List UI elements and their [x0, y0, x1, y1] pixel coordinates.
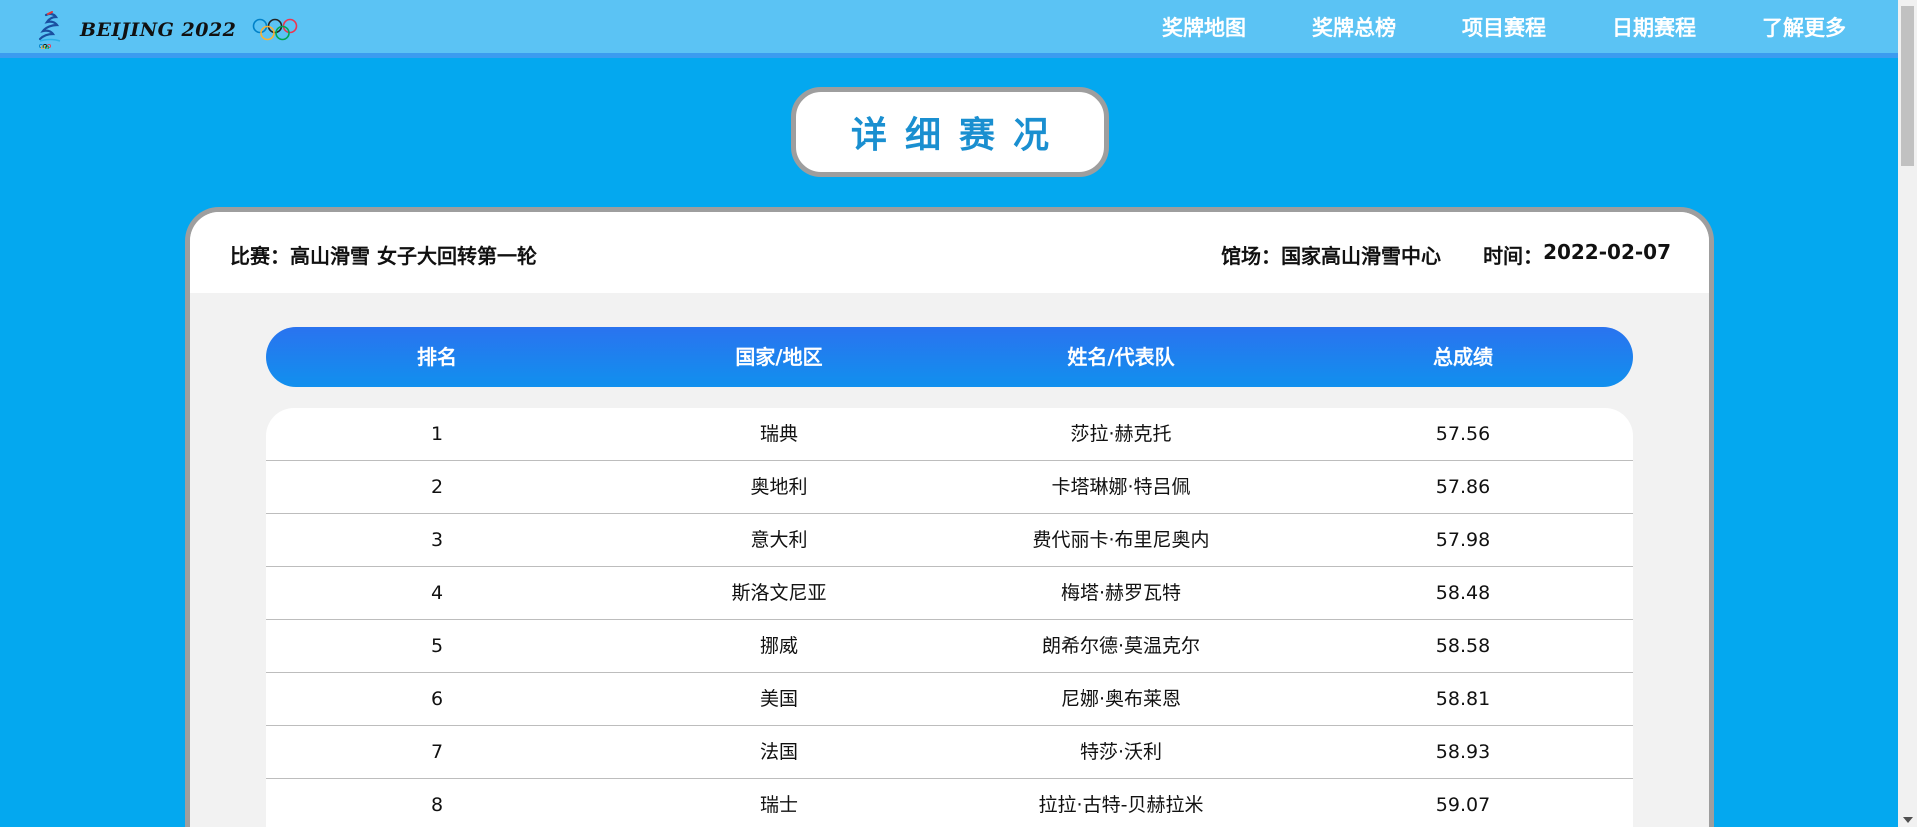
cell-score: 58.48 [1435, 582, 1491, 604]
cell-country: 挪威 [759, 635, 799, 657]
cell-athlete: 朗希尔德·莫温克尔 [1041, 635, 1201, 657]
time-label: 时间： [1483, 244, 1544, 268]
table-row: 1 瑞典 莎拉·赫克托 57.56 [266, 408, 1633, 461]
table-row: 4 斯洛文尼亚 梅塔·赫罗瓦特 58.48 [266, 567, 1633, 620]
cell-country: 法国 [759, 741, 799, 763]
time-value: 2022-02-07 [1543, 240, 1671, 264]
nav-medal-map[interactable]: 奖牌地图 [1162, 12, 1246, 42]
cell-score: 57.86 [1435, 476, 1491, 498]
cell-rank: 5 [430, 635, 444, 657]
nav-event-schedule[interactable]: 项目赛程 [1462, 12, 1546, 42]
table-row: 5 挪威 朗希尔德·莫温克尔 58.58 [266, 620, 1633, 673]
table-row: 8 瑞士 拉拉·古特-贝赫拉米 59.07 [266, 779, 1633, 827]
venue-value: 国家高山滑雪中心 [1281, 244, 1442, 268]
cell-country: 奥地利 [750, 476, 808, 498]
cell-score: 57.56 [1435, 423, 1491, 445]
match-value: 高山滑雪 女子大回转第一轮 [290, 244, 537, 268]
nav-medal-standings[interactable]: 奖牌总榜 [1312, 12, 1396, 42]
cell-score: 58.81 [1435, 688, 1491, 710]
venue-label: 馆场： [1221, 244, 1282, 268]
cell-country: 瑞士 [759, 794, 799, 816]
cell-score: 57.98 [1435, 529, 1491, 551]
column-header-total-score: 总成绩 [1433, 345, 1493, 369]
beijing-2022-logo[interactable]: BEIJING 2022 [34, 10, 298, 50]
cell-country: 意大利 [750, 529, 808, 551]
main-nav: 奖牌地图 奖牌总榜 项目赛程 日期赛程 了解更多 [1096, 0, 1846, 53]
cell-athlete: 梅塔·赫罗瓦特 [1060, 582, 1182, 604]
cell-rank: 7 [430, 741, 444, 763]
cell-athlete: 费代丽卡·布里尼奥内 [1032, 529, 1210, 551]
column-header-rank: 排名 [417, 345, 457, 369]
nav-learn-more[interactable]: 了解更多 [1762, 12, 1846, 42]
results-table-body: 1 瑞典 莎拉·赫克托 57.56 2 奥地利 卡塔琳娜·特吕佩 57.86 3… [266, 408, 1633, 827]
cell-country: 瑞典 [759, 423, 799, 445]
scroll-down-arrow-icon[interactable] [1903, 817, 1913, 823]
cell-athlete: 特莎·沃利 [1079, 741, 1163, 763]
match-info: 比赛：高山滑雪 女子大回转第一轮 [230, 240, 537, 269]
column-header-athlete: 姓名/代表队 [1067, 345, 1175, 369]
cell-athlete: 莎拉·赫克托 [1070, 423, 1172, 445]
table-row: 6 美国 尼娜·奥布莱恩 58.81 [266, 673, 1633, 726]
match-info-row: 比赛：高山滑雪 女子大回转第一轮 馆场： 国家高山滑雪中心 时间： 2022-02-… [190, 212, 1709, 293]
cell-country: 美国 [759, 688, 799, 710]
top-navigation-bar: BEIJING 2022 奖牌地图 奖牌总榜 项目赛程 日期赛程 了解更多 [0, 0, 1898, 58]
nav-date-schedule[interactable]: 日期赛程 [1612, 12, 1696, 42]
venue-time-info: 馆场： 国家高山滑雪中心 时间： 2022-02-07 [1221, 240, 1671, 269]
column-header-country: 国家/地区 [735, 345, 823, 369]
cell-rank: 6 [430, 688, 444, 710]
results-table-header: 排名 国家/地区 姓名/代表队 总成绩 [266, 327, 1633, 387]
match-label: 比赛： [230, 244, 290, 268]
results-card: 比赛：高山滑雪 女子大回转第一轮 馆场： 国家高山滑雪中心 时间： 2022-02-… [185, 207, 1714, 827]
cell-rank: 1 [430, 423, 444, 445]
cell-score: 59.07 [1435, 794, 1491, 816]
page-title: 详细赛况 [850, 115, 1067, 156]
cell-score: 58.58 [1435, 635, 1491, 657]
cell-rank: 2 [430, 476, 444, 498]
scrollbar-thumb[interactable] [1901, 6, 1914, 166]
vertical-scrollbar[interactable] [1898, 0, 1917, 827]
cell-rank: 3 [430, 529, 444, 551]
winter-olympics-emblem-icon [38, 11, 61, 49]
cell-rank: 4 [430, 582, 444, 604]
table-row: 2 奥地利 卡塔琳娜·特吕佩 57.86 [266, 461, 1633, 514]
cell-athlete: 尼娜·奥布莱恩 [1060, 688, 1182, 710]
olympic-rings-icon [253, 18, 298, 41]
cell-country: 斯洛文尼亚 [731, 582, 827, 604]
logo-wordmark: BEIJING 2022 [80, 19, 237, 41]
cell-rank: 8 [430, 794, 444, 816]
cell-athlete: 拉拉·古特-贝赫拉米 [1038, 794, 1204, 816]
table-row: 7 法国 特莎·沃利 58.93 [266, 726, 1633, 779]
page-title-pill: 详细赛况 [791, 87, 1109, 177]
table-row: 3 意大利 费代丽卡·布里尼奥内 57.98 [266, 514, 1633, 567]
cell-score: 58.93 [1435, 741, 1491, 763]
page: BEIJING 2022 奖牌地图 奖牌总榜 项目赛程 日期赛程 了解更多 详细… [0, 0, 1917, 827]
cell-athlete: 卡塔琳娜·特吕佩 [1051, 476, 1191, 498]
